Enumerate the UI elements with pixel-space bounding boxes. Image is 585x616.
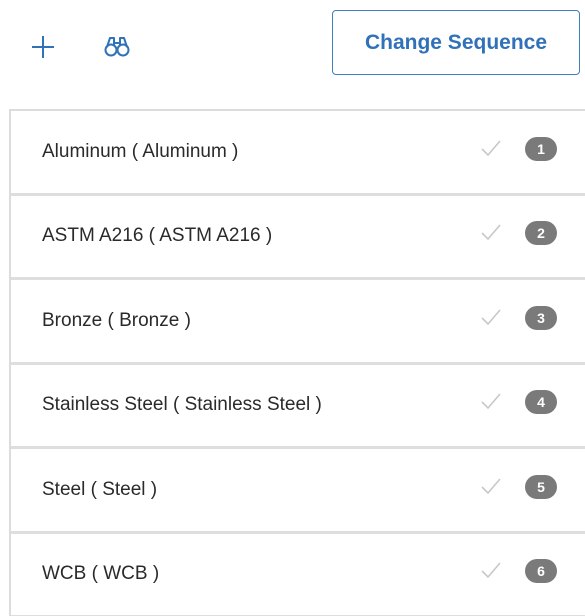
list-item[interactable]: Aluminum ( Aluminum ) 1 bbox=[11, 111, 585, 196]
sequence-badge: 4 bbox=[525, 390, 557, 415]
check-icon bbox=[481, 140, 501, 156]
binoculars-icon[interactable] bbox=[99, 29, 135, 65]
list-item[interactable]: WCB ( WCB ) 6 bbox=[11, 534, 585, 616]
list-item-label: ASTM A216 ( ASTM A216 ) bbox=[42, 225, 273, 247]
check-icon bbox=[481, 224, 501, 241]
check-icon bbox=[481, 562, 501, 579]
sequence-badge: 1 bbox=[525, 136, 557, 161]
list-item-label: Stainless Steel ( Stainless Steel ) bbox=[42, 394, 322, 416]
sequence-badge: 5 bbox=[525, 474, 557, 499]
sequence-badge: 6 bbox=[525, 559, 557, 584]
change-sequence-button[interactable]: Change Sequence bbox=[332, 10, 580, 75]
plus-icon[interactable] bbox=[25, 29, 61, 65]
check-icon bbox=[481, 393, 501, 410]
list-item[interactable]: Steel ( Steel ) 5 bbox=[11, 449, 585, 534]
check-icon bbox=[481, 478, 501, 494]
list-item-label: Aluminum ( Aluminum ) bbox=[42, 140, 239, 162]
sequence-badge: 2 bbox=[525, 221, 557, 246]
list-item[interactable]: Stainless Steel ( Stainless Steel ) 4 bbox=[11, 365, 585, 449]
list-item-label: Bronze ( Bronze ) bbox=[42, 309, 191, 331]
material-list: Aluminum ( Aluminum ) 1 ASTM A216 ( ASTM… bbox=[9, 109, 585, 616]
list-item[interactable]: ASTM A216 ( ASTM A216 ) 2 bbox=[11, 196, 585, 280]
list-item-label: WCB ( WCB ) bbox=[42, 563, 160, 585]
list-item[interactable]: Bronze ( Bronze ) 3 bbox=[11, 280, 585, 365]
check-icon bbox=[481, 309, 501, 325]
sequence-badge: 3 bbox=[525, 305, 557, 330]
list-item-label: Steel ( Steel ) bbox=[42, 478, 158, 500]
material-sequence-panel: Change Sequence Aluminum ( Aluminum ) 1 … bbox=[0, 0, 585, 616]
toolbar: Change Sequence bbox=[0, 0, 585, 90]
